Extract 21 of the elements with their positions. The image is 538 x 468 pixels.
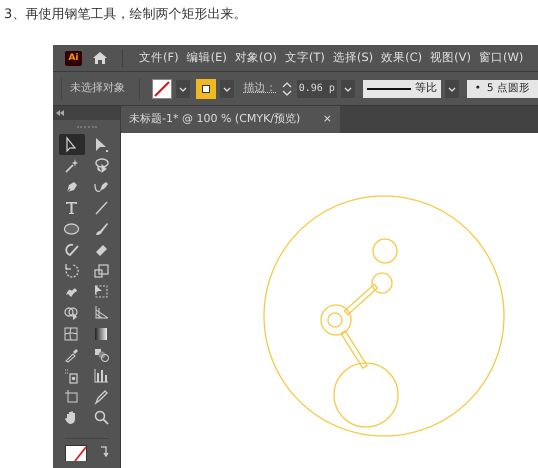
document-tab[interactable]: 未标题-1* @ 100 % (CMYK/预览) × [121,106,340,133]
caption-text: 3、再使用钢笔工具，绘制两个矩形出来。 [3,6,248,24]
stroke-weight-field[interactable]: 0.96 p [296,80,337,98]
app-logo: Ai [65,50,82,66]
document-title: 未标题-1* @ 100 % (CMYK/预览) [129,111,300,128]
menu-item[interactable]: 文件(F) [135,49,183,67]
brush-dropdown[interactable]: • 5 点圆形 [466,80,538,98]
brush-label: 5 点圆形 [486,80,530,96]
stroke-profile-dropdown[interactable]: 等比 [362,80,441,98]
stroke-label[interactable]: 描边： [244,80,277,97]
menu-item[interactable]: 视图(V) [426,49,476,67]
menu-item[interactable]: 文字(T) [280,49,329,67]
menu-item[interactable]: 选择(S) [328,49,378,67]
menu-item[interactable]: 编辑(E) [182,49,231,67]
selection-status: 未选择对象 [70,80,125,96]
menu-item[interactable]: 效果(C) [377,49,426,67]
menu-item[interactable]: 对象(O) [230,49,281,67]
profile-label: 等比 [414,80,437,96]
menu-item[interactable]: 窗口(W) [475,49,528,67]
brush-dot: • [474,80,481,96]
close-icon[interactable]: × [322,111,332,128]
